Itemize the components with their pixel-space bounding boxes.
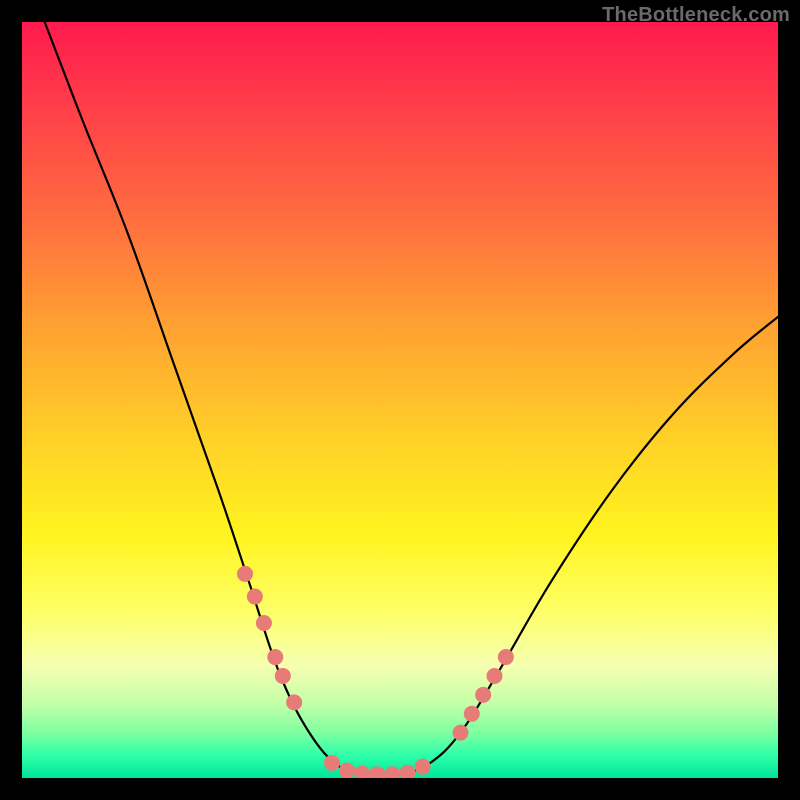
highlight-dot — [256, 615, 272, 631]
highlight-dots — [237, 566, 514, 778]
highlight-dot — [415, 759, 431, 775]
highlight-dot — [267, 649, 283, 665]
chart-plot-area — [22, 22, 778, 778]
highlight-dot — [247, 589, 263, 605]
highlight-dot — [384, 766, 400, 778]
highlight-dot — [339, 762, 355, 778]
highlight-dot — [286, 694, 302, 710]
highlight-dot — [369, 766, 385, 778]
highlight-dot — [400, 765, 416, 778]
bottleneck-curve — [45, 22, 778, 776]
highlight-dot — [464, 706, 480, 722]
watermark-text: TheBottleneck.com — [602, 4, 790, 27]
highlight-dot — [452, 725, 468, 741]
highlight-dot — [487, 668, 503, 684]
highlight-dot — [475, 687, 491, 703]
highlight-dot — [324, 755, 340, 771]
highlight-dot — [498, 649, 514, 665]
highlight-dot — [275, 668, 291, 684]
highlight-dot — [237, 566, 253, 582]
highlight-dot — [354, 765, 370, 778]
chart-svg — [22, 22, 778, 778]
